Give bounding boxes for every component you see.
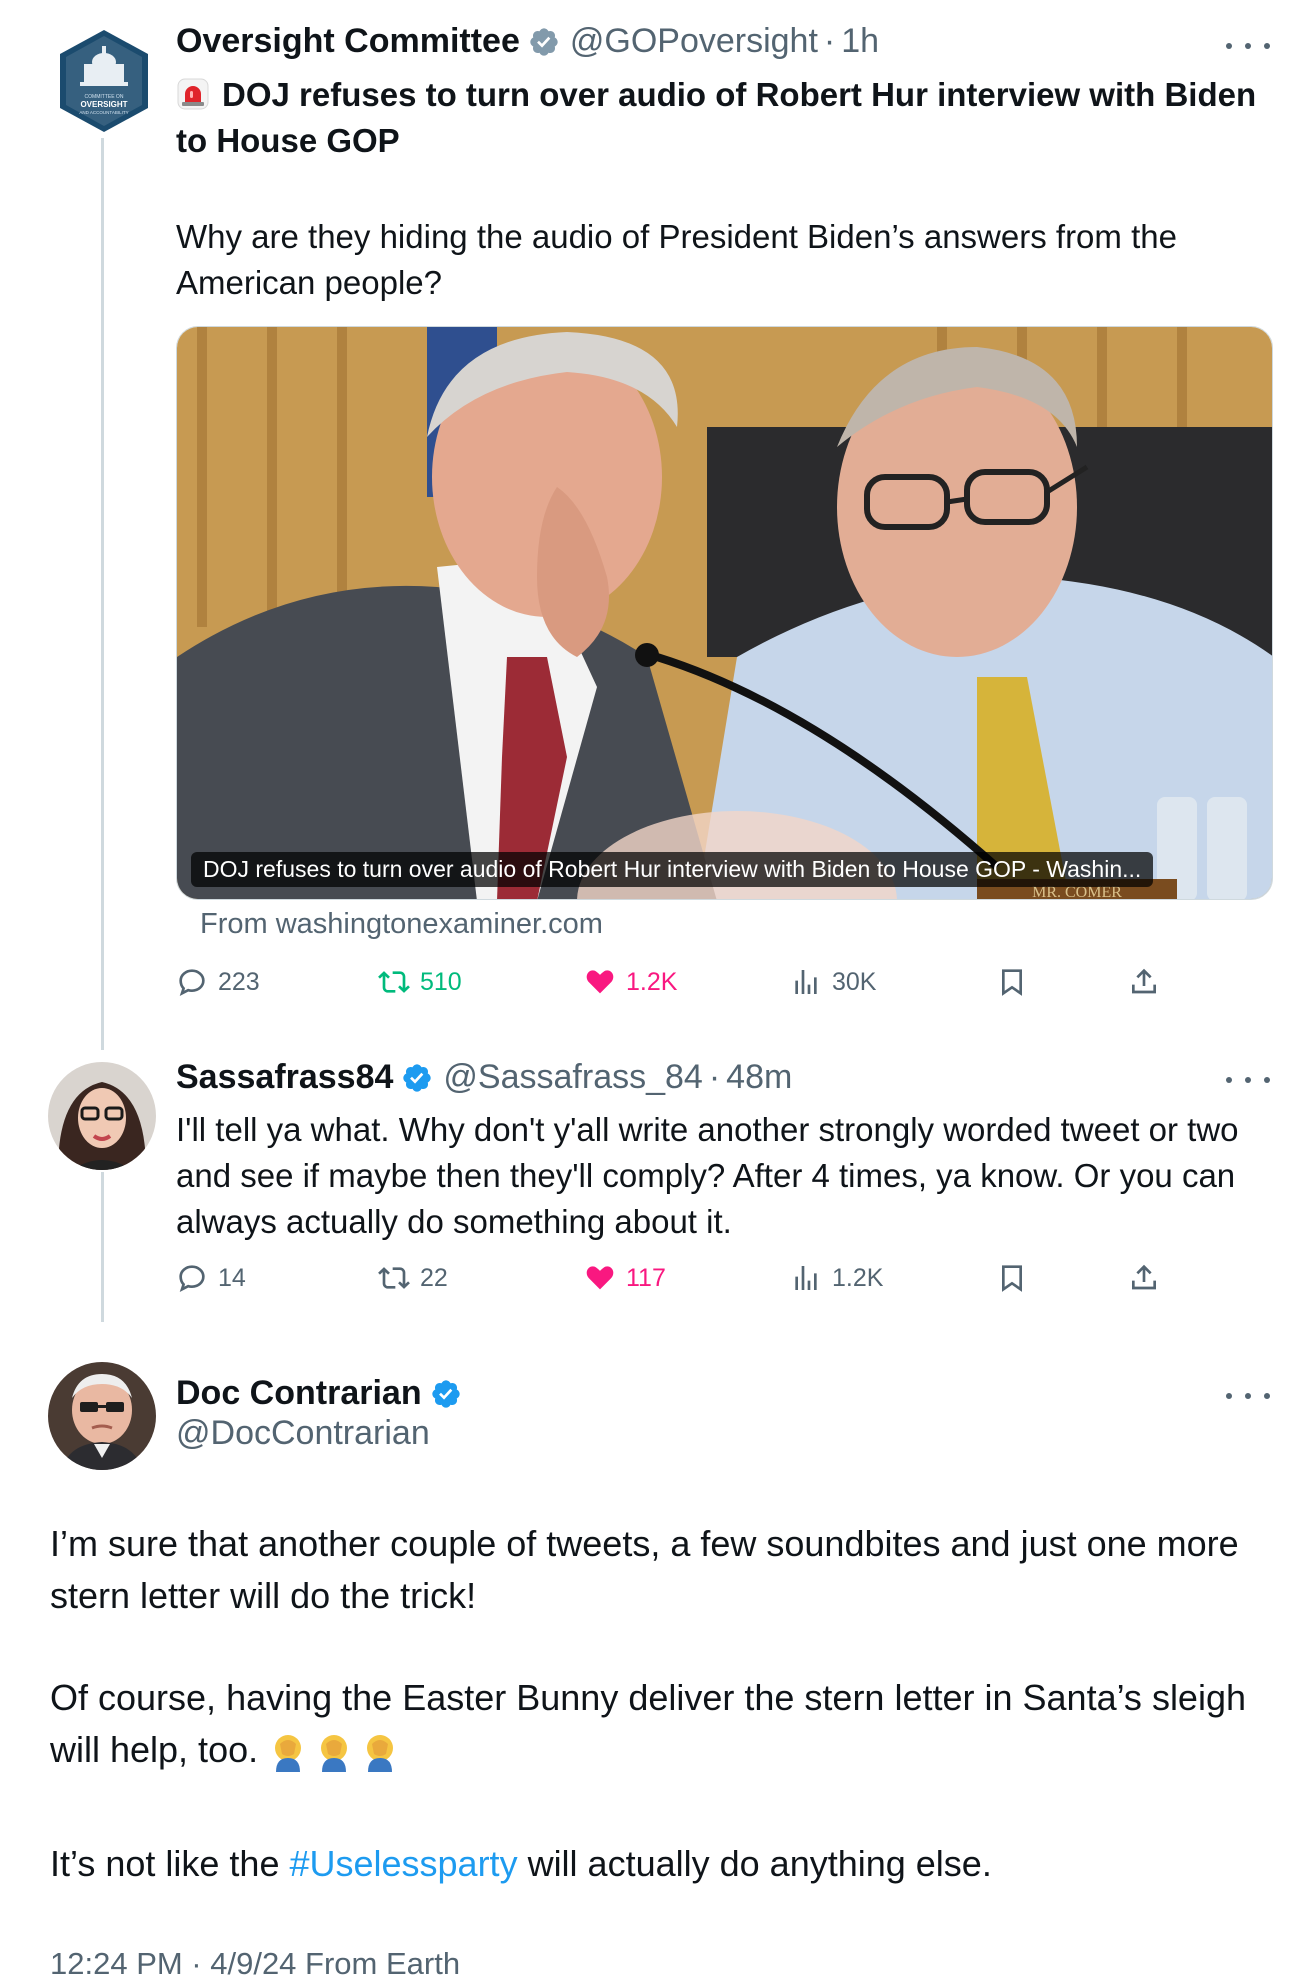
views-button[interactable]: 30K	[790, 966, 876, 998]
link-card[interactable]: MR. COMER DOJ refuses to turn over audio…	[176, 326, 1273, 900]
retweet-button[interactable]: 22	[378, 1262, 448, 1294]
more-icon[interactable]	[1226, 36, 1270, 56]
tweet3-para3: It’s not like the #Uselessparty will act…	[50, 1838, 1280, 1890]
tweet-time[interactable]: 48m	[726, 1058, 792, 1097]
reply-icon	[179, 1265, 205, 1293]
tweet1-actions: 223 510 1.2K 30K	[176, 966, 1176, 1006]
tweet2-header: Sassafrass84 @Sassafrass_84 · 48m	[176, 1058, 792, 1097]
bookmark-button[interactable]	[996, 1262, 1038, 1294]
like-button[interactable]: 1.2K	[584, 966, 677, 998]
separator: ·	[823, 22, 836, 60]
card-caption: DOJ refuses to turn over audio of Robert…	[191, 852, 1154, 887]
author-handle[interactable]: @Sassafrass_84	[443, 1058, 702, 1097]
retweet-icon	[378, 971, 410, 993]
retweet-icon	[378, 1267, 410, 1289]
more-icon[interactable]	[1226, 1386, 1270, 1406]
facepalm-emojis	[268, 1732, 400, 1773]
reply-icon	[179, 969, 205, 997]
siren-icon	[176, 77, 210, 111]
retweet-count: 510	[420, 967, 462, 996]
author-handle[interactable]: @DocContrarian	[176, 1414, 430, 1453]
tweet3-header: Doc Contrarian	[176, 1374, 472, 1413]
bookmark-icon	[1002, 1265, 1022, 1292]
like-count: 1.2K	[626, 967, 678, 996]
author-handle[interactable]: @GOPoversight	[570, 22, 818, 61]
retweet-button[interactable]: 510	[378, 966, 462, 998]
share-button[interactable]	[1128, 1262, 1170, 1294]
para3-post: will actually do anything else.	[517, 1843, 992, 1884]
bookmark-icon	[1002, 969, 1022, 996]
reply-button[interactable]: 223	[176, 966, 260, 998]
tweet2-actions: 14 22 117 1.2K	[176, 1262, 1176, 1302]
reply-count: 14	[218, 1263, 246, 1292]
tweet-time[interactable]: 1h	[841, 22, 879, 61]
like-count: 117	[626, 1263, 666, 1292]
views-icon	[795, 970, 817, 994]
card-image: MR. COMER	[177, 327, 1272, 899]
tweet3-para1: I’m sure that another couple of tweets, …	[50, 1523, 1239, 1616]
like-button[interactable]: 117	[584, 1262, 666, 1294]
card-source[interactable]: From washingtonexaminer.com	[200, 908, 603, 941]
author-name[interactable]: Oversight Committee	[176, 22, 520, 61]
share-icon	[1132, 968, 1156, 994]
views-icon	[795, 1266, 817, 1290]
facepalm-icon	[367, 1735, 394, 1773]
para2-text: Of course, having the Easter Bunny deliv…	[50, 1677, 1246, 1770]
retweet-count: 22	[420, 1263, 448, 1292]
views-count: 30K	[832, 967, 877, 996]
hashtag-link[interactable]: #Uselessparty	[289, 1843, 517, 1884]
separator: ·	[708, 1058, 721, 1096]
more-icon[interactable]	[1226, 1070, 1270, 1090]
thread-line-1	[101, 138, 104, 1050]
headline-text: DOJ refuses to turn over audio of Robert…	[176, 76, 1257, 159]
tweet1-body: Why are they hiding the audio of Preside…	[176, 218, 1177, 301]
tweet2-body: I'll tell ya what. Why don't y'all write…	[176, 1111, 1239, 1240]
facepalm-icon	[321, 1735, 348, 1773]
views-button[interactable]: 1.2K	[790, 1262, 883, 1294]
tweet-timestamp[interactable]: 12:24 PM · 4/9/24 From Earth	[50, 1946, 460, 1982]
bookmark-button[interactable]	[996, 966, 1038, 998]
reply-count: 223	[218, 967, 260, 996]
avatar-oversight[interactable]: COMMITTEE ON OVERSIGHT AND ACCOUNTABILIT…	[54, 24, 154, 138]
tweet1-header: Oversight Committee @GOPoversight · 1h	[176, 22, 879, 61]
avatar-text-2: OVERSIGHT	[80, 100, 127, 109]
verified-badge-icon[interactable]	[401, 1062, 433, 1094]
like-icon	[586, 970, 614, 994]
author-name[interactable]: Doc Contrarian	[176, 1374, 422, 1413]
like-icon	[586, 1266, 614, 1290]
para3-pre: It’s not like the	[50, 1843, 290, 1884]
reply-button[interactable]: 14	[176, 1262, 246, 1294]
tweet1-headline: DOJ refuses to turn over audio of Robert…	[176, 72, 1266, 164]
share-button[interactable]	[1128, 966, 1170, 998]
facepalm-icon	[275, 1735, 302, 1773]
tweet3-para2: Of course, having the Easter Bunny deliv…	[50, 1672, 1280, 1776]
verified-badge-icon[interactable]	[430, 1378, 462, 1410]
verified-badge-icon[interactable]	[528, 26, 560, 58]
share-icon	[1132, 1264, 1156, 1290]
avatar-sassafrass[interactable]	[48, 1062, 156, 1170]
avatar-text-3: AND ACCOUNTABILITY	[79, 110, 128, 115]
thread-line-2	[101, 1172, 104, 1322]
author-name[interactable]: Sassafrass84	[176, 1058, 393, 1097]
views-count: 1.2K	[832, 1263, 884, 1292]
avatar-doccontrarian[interactable]	[48, 1362, 156, 1470]
